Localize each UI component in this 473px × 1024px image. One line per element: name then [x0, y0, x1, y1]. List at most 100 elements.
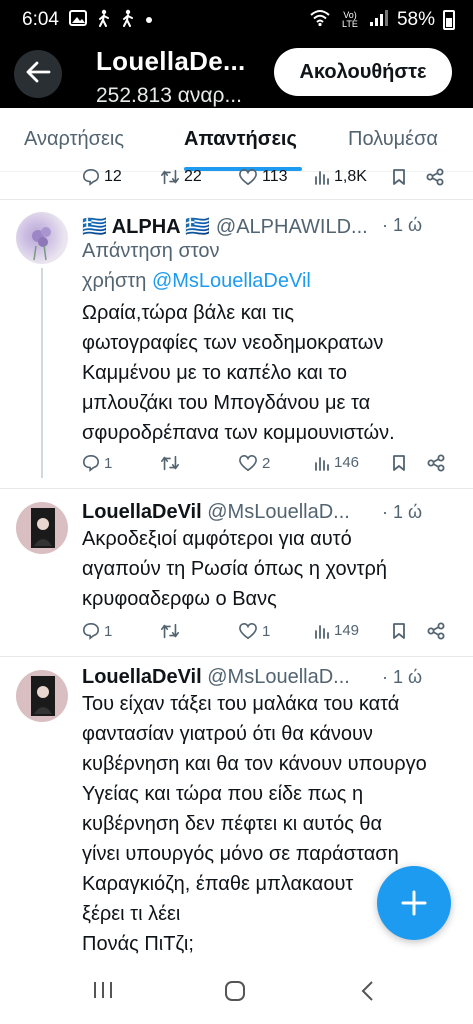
thread-line: [41, 268, 43, 478]
retweet-button[interactable]: [160, 454, 180, 472]
tweet-text-line: κυβέρνηση δεν πέφτει κι αυτός θα: [82, 813, 383, 835]
previous-tweet-actions: 12 22 113 1,8K: [0, 168, 473, 196]
views-count: 1,8K: [334, 168, 367, 185]
reply-count: 1: [104, 454, 113, 472]
retweet-icon: [161, 455, 179, 471]
system-back-button[interactable]: [360, 980, 374, 1007]
share-icon: [427, 622, 445, 640]
reply-count: 1: [104, 622, 113, 640]
tweet-text-line: φαντασίαν γιατρού ότι θα κάνουν: [82, 723, 373, 745]
bookmark-icon: [393, 169, 405, 185]
reply-button[interactable]: 1: [82, 454, 112, 472]
tweet-actions: 1 2 146: [82, 454, 457, 478]
profile-header: LouellaDe... 252.813 αναρ... Ακολουθήστε: [0, 40, 473, 108]
tweet-time: · 1 ώ: [382, 667, 423, 687]
views-button[interactable]: 1,8K: [314, 168, 367, 186]
reply-to-label: Απάντηση στον: [82, 240, 220, 262]
reply-count: 12: [104, 168, 122, 185]
tweet-text-line: σφυροδρέπανα των κομμουνιστών.: [82, 422, 395, 444]
avatar[interactable]: [16, 502, 68, 554]
follow-button[interactable]: Ακολουθήστε: [274, 48, 452, 96]
gallery-icon: [68, 10, 87, 30]
reply-icon: [82, 622, 100, 640]
post-count: 252.813 αναρ...: [96, 84, 242, 107]
like-button[interactable]: 1: [238, 622, 270, 640]
battery-percent: 58%: [396, 9, 435, 30]
bookmark-button[interactable]: [392, 622, 406, 640]
tab-replies[interactable]: Απαντήσεις: [184, 128, 297, 151]
tweet-text-line: Του είχαν τάξει του μαλάκα του κατά: [82, 693, 400, 715]
like-button[interactable]: 2: [238, 454, 270, 472]
reply-to-label-2: χρήστη: [82, 270, 147, 292]
reply-icon: [82, 454, 100, 472]
tweet-text-line: Ακροδεξιοί αμφότεροι για αυτό: [82, 528, 352, 550]
divider: [0, 199, 473, 200]
views-count: 149: [334, 622, 360, 639]
share-button[interactable]: [426, 168, 444, 186]
tweet-header: LouellaDeVil @MsLouellaD...: [82, 501, 350, 524]
home-icon: [225, 981, 245, 1001]
bookmark-button[interactable]: [392, 168, 406, 186]
reply-button[interactable]: 12: [82, 168, 122, 186]
tab-media[interactable]: Πολυμέσα: [348, 128, 438, 151]
like-count: 1: [262, 622, 271, 640]
tweet-text: Ακροδεξιοί αμφότεροι για αυτό αγαπούν τη…: [82, 524, 462, 614]
views-button[interactable]: 146: [314, 454, 359, 471]
author-handle[interactable]: @ALPHAWILD...: [216, 216, 368, 238]
like-button[interactable]: 113: [238, 168, 288, 186]
tweet-text-line: φωτογραφίες των νεοδημοκρατων: [82, 332, 384, 354]
dot-icon: [145, 12, 153, 28]
like-count: 2: [262, 454, 271, 472]
share-button[interactable]: [427, 454, 445, 472]
retweet-button[interactable]: 22: [160, 168, 202, 186]
avatar-portrait-image: [31, 676, 55, 716]
system-nav-bar: [0, 958, 473, 1024]
heart-icon: [239, 454, 257, 472]
tweet-text-line: Ωραία,τώρα βάλε και τις: [82, 302, 295, 324]
back-arrow-icon: [25, 61, 51, 88]
tweet-text-line: κυβέρνηση και θα τον κάνουν υπουργο: [82, 753, 427, 775]
heart-icon: [239, 622, 257, 640]
views-button[interactable]: 149: [314, 622, 359, 639]
retweet-icon: [161, 623, 179, 639]
recent-apps-button[interactable]: [92, 980, 114, 1005]
share-icon: [426, 168, 444, 186]
avatar[interactable]: [16, 670, 68, 722]
divider: [0, 656, 473, 657]
battery-icon: [443, 10, 455, 30]
tweet-text: Ωραία,τώρα βάλε και τις φωτογραφίες των …: [82, 298, 462, 448]
status-bar: 6:04 Vo) LTE 58%: [0, 0, 473, 40]
bookmark-button[interactable]: [392, 454, 406, 472]
tab-posts[interactable]: Αναρτήσεις: [24, 128, 124, 151]
recent-apps-icon: [94, 982, 112, 998]
views-count: 146: [334, 454, 360, 471]
views-icon: [315, 456, 329, 471]
reply-context: Απάντηση στον χρήστη @MsLouellaDeVil: [82, 236, 311, 296]
reply-button[interactable]: 1: [82, 622, 112, 640]
author-handle[interactable]: @MsLouellaD...: [207, 501, 350, 523]
walking-icon: [97, 9, 111, 31]
author-handle[interactable]: @MsLouellaD...: [207, 666, 350, 688]
reply-mention-link[interactable]: @MsLouellaDeVil: [152, 270, 311, 292]
status-time: 6:04: [22, 9, 59, 30]
author-name[interactable]: LouellaDeVil: [82, 666, 202, 688]
tweet-text-line: Υγείας και τώρα που είδε πως η: [82, 783, 364, 805]
retweet-button[interactable]: [160, 622, 180, 640]
author-name[interactable]: LouellaDeVil: [82, 501, 202, 523]
back-button[interactable]: [14, 50, 62, 98]
home-button[interactable]: [224, 980, 246, 1007]
wifi-icon: [309, 9, 331, 31]
reply-icon: [82, 168, 100, 186]
tweet-text-line: αγαπούν τη Ρωσία όπως η χοντρή: [82, 558, 388, 580]
author-name[interactable]: 🇬🇷 ALPHA 🇬🇷: [82, 216, 210, 238]
tweet-time: · 1 ώ: [382, 215, 423, 235]
walking-icon-2: [121, 9, 135, 31]
avatar[interactable]: [16, 212, 68, 264]
share-button[interactable]: [427, 622, 445, 640]
retweet-icon: [161, 169, 179, 185]
avatar-flower-image: [32, 227, 51, 261]
compose-button[interactable]: [377, 866, 451, 940]
heart-icon: [239, 168, 257, 186]
chevron-left-icon: [361, 981, 373, 1001]
plus-icon: [401, 890, 427, 916]
